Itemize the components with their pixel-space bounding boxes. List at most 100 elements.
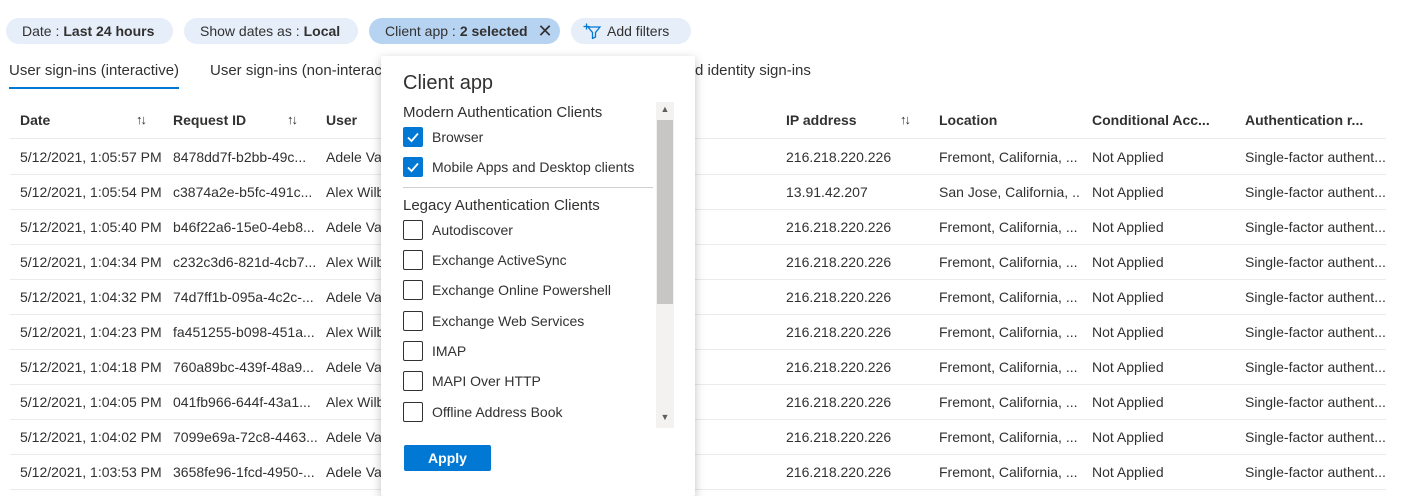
cell-ip: 216.218.220.226 [786,394,892,410]
cell-ip: 216.218.220.226 [786,149,892,165]
cell-conditional: Not Applied [1092,394,1164,410]
cell-auth: Single-factor authent... [1245,289,1386,305]
checkbox-icon[interactable] [403,250,423,270]
show-dates-value: Local [303,23,341,39]
cell-ip: 216.218.220.226 [786,219,892,235]
checkbox-checked-icon[interactable] [403,157,423,177]
cell-user: Adele Va [326,429,381,445]
option-mobile-desktop[interactable]: Mobile Apps and Desktop clients [403,156,634,178]
client-app-popup: Client app Modern Authentication Clients… [381,56,695,496]
column-date[interactable]: Date [20,112,50,128]
cell-request-id: c232c3d6-821d-4cb7... [173,254,317,270]
option-autodiscover[interactable]: Autodiscover [403,219,513,241]
popup-scrollbar[interactable]: ▲ ▼ [656,102,674,428]
option-label: MAPI Over HTTP [432,373,541,389]
cell-ip: 216.218.220.226 [786,464,892,480]
client-app-list: Modern Authentication Clients Browser Mo… [403,104,653,484]
group-heading-legacy: Legacy Authentication Clients [403,197,600,214]
checkbox-icon[interactable] [403,311,423,331]
cell-location: Fremont, California, ... [939,394,1078,410]
cell-request-id: fa451255-b098-451a... [173,324,315,340]
cell-request-id: 3658fe96-1fcd-4950-... [173,464,315,480]
cell-auth: Single-factor authent... [1245,324,1386,340]
option-browser[interactable]: Browser [403,126,483,148]
checkbox-checked-icon[interactable] [403,127,423,147]
table-row[interactable]: 5/12/2021, 1:05:57 PM 8478dd7f-b2bb-49c.… [10,139,1386,175]
tab-identity[interactable]: d identity sign-ins [695,62,811,79]
cell-location: Fremont, California, ... [939,429,1078,445]
sort-icon[interactable]: ↑↓ [900,112,911,127]
checkbox-icon[interactable] [403,280,423,300]
option-exchange-online-powershell[interactable]: Exchange Online Powershell [403,279,611,301]
table-row[interactable]: 5/12/2021, 1:04:34 PM c232c3d6-821d-4cb7… [10,244,1386,280]
cell-auth: Single-factor authent... [1245,429,1386,445]
cell-request-id: 7099e69a-72c8-4463... [173,429,318,445]
table-row[interactable]: 5/12/2021, 1:04:23 PM fa451255-b098-451a… [10,314,1386,350]
cell-user: Alex Wilb [326,324,381,340]
table-row[interactable]: 5/12/2021, 1:04:02 PM 7099e69a-72c8-4463… [10,419,1386,455]
cell-request-id: 041fb966-644f-43a1... [173,394,311,410]
cell-location: Fremont, California, ... [939,149,1078,165]
cell-date: 5/12/2021, 1:04:32 PM [20,289,162,305]
cell-ip: 216.218.220.226 [786,429,892,445]
checkbox-icon[interactable] [403,371,423,391]
cell-user: Alex Wilb [326,184,381,200]
tab-interactive[interactable]: User sign-ins (interactive) [9,62,180,89]
checkbox-icon[interactable] [403,402,423,422]
scroll-up-icon[interactable]: ▲ [656,104,674,118]
popup-title: Client app [403,72,494,94]
cell-auth: Single-factor authent... [1245,359,1386,375]
sort-icon[interactable]: ↑↓ [287,112,298,127]
table-row[interactable]: 5/12/2021, 1:05:40 PM b46f22a6-15e0-4eb8… [10,209,1386,245]
table-row[interactable]: 5/12/2021, 1:04:05 PM 041fb966-644f-43a1… [10,384,1386,420]
add-filters-button[interactable]: Add filters [571,18,691,44]
cell-conditional: Not Applied [1092,324,1164,340]
checkbox-icon[interactable] [403,341,423,361]
cell-auth: Single-factor authent... [1245,149,1386,165]
option-mapi-over-http[interactable]: MAPI Over HTTP [403,370,541,392]
table-row[interactable]: 5/12/2021, 1:04:32 PM 74d7ff1b-095a-4c2c… [10,279,1386,315]
cell-location: Fremont, California, ... [939,359,1078,375]
cell-user: Adele Va [326,289,381,305]
cell-user: Adele Va [326,359,381,375]
sort-icon[interactable]: ↑↓ [136,112,147,127]
cell-ip: 216.218.220.226 [786,324,892,340]
cell-date: 5/12/2021, 1:04:23 PM [20,324,162,340]
cell-location: Fremont, California, ... [939,254,1078,270]
checkbox-icon[interactable] [403,220,423,240]
option-exchange-web-services[interactable]: Exchange Web Services [403,310,584,332]
column-user[interactable]: User [326,112,357,128]
client-app-pill[interactable]: Client app : 2 selected ✕ [369,18,560,44]
cell-date: 5/12/2021, 1:04:34 PM [20,254,162,270]
column-ip-address[interactable]: IP address [786,112,857,128]
table-row[interactable]: 5/12/2021, 1:05:54 PM c3874a2e-b5fc-491c… [10,174,1386,210]
cell-ip: 216.218.220.226 [786,289,892,305]
table-row[interactable]: 5/12/2021, 1:04:18 PM 760a89bc-439f-48a9… [10,349,1386,385]
cell-conditional: Not Applied [1092,359,1164,375]
table-row[interactable]: 5/12/2021, 1:03:53 PM 3658fe96-1fcd-4950… [10,454,1386,490]
date-filter-pill[interactable]: Date : Last 24 hours [6,18,173,44]
column-request-id[interactable]: Request ID [173,112,246,128]
show-dates-pill[interactable]: Show dates as : Local [184,18,358,44]
option-label: Exchange Online Powershell [432,282,611,298]
column-conditional-access[interactable]: Conditional Acc... [1092,112,1210,128]
scroll-down-icon[interactable]: ▼ [656,412,674,426]
column-authentication[interactable]: Authentication r... [1245,112,1363,128]
option-offline-address-book[interactable]: Offline Address Book [403,401,562,423]
cell-request-id: c3874a2e-b5fc-491c... [173,184,313,200]
scrollbar-thumb[interactable] [657,120,673,304]
apply-button[interactable]: Apply [404,445,491,471]
column-location[interactable]: Location [939,112,997,128]
cell-date: 5/12/2021, 1:05:54 PM [20,184,162,200]
cell-conditional: Not Applied [1092,219,1164,235]
tab-non-interactive[interactable]: User sign-ins (non-interac [210,62,382,79]
cell-conditional: Not Applied [1092,429,1164,445]
option-label: Autodiscover [432,222,513,238]
cell-date: 5/12/2021, 1:03:53 PM [20,464,162,480]
option-imap[interactable]: IMAP [403,340,466,362]
close-icon[interactable]: ✕ [538,22,553,40]
cell-auth: Single-factor authent... [1245,219,1386,235]
cell-request-id: 74d7ff1b-095a-4c2c-... [173,289,314,305]
cell-user: Adele Va [326,149,381,165]
option-exchange-activesync[interactable]: Exchange ActiveSync [403,249,567,271]
